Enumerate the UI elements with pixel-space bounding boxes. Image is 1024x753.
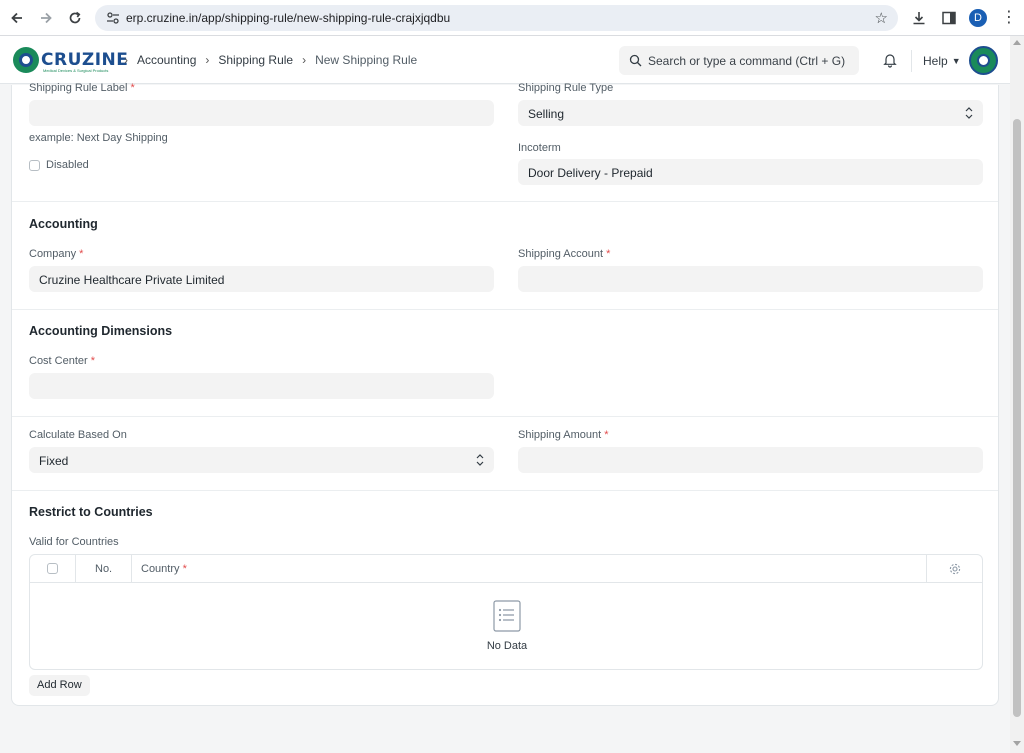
section-divider [12, 309, 998, 310]
chevron-right-icon: › [205, 53, 210, 67]
gear-icon[interactable] [949, 563, 961, 575]
app-navbar: CRUZINE Medical Devices & Surgical Produ… [0, 36, 1010, 84]
chevron-right-icon: › [124, 53, 128, 67]
logo-tagline: Medical Devices & Surgical Products [43, 68, 109, 73]
incoterm-label: Incoterm [518, 142, 561, 154]
chevron-right-icon: › [302, 53, 307, 67]
section-divider [12, 490, 998, 491]
bookmark-star-icon[interactable]: ☆ [875, 9, 888, 27]
download-icon[interactable] [909, 8, 929, 28]
select-all-checkbox[interactable] [47, 563, 58, 574]
select-arrows-icon [965, 106, 973, 120]
shipping-rule-type-select[interactable]: Selling [518, 100, 983, 126]
disabled-checkbox[interactable] [29, 160, 40, 171]
chevron-down-icon: ▼ [951, 56, 961, 66]
forward-arrow-icon[interactable] [33, 5, 59, 31]
breadcrumb-shipping-rule[interactable]: Shipping Rule [218, 53, 293, 67]
shipping-rule-type-value: Selling [528, 107, 565, 121]
shipping-account-label: Shipping Account * [518, 248, 611, 260]
browser-toolbar: erp.cruzine.in/app/shipping-rule/new-shi… [0, 0, 1024, 36]
scrollbar-thumb[interactable] [1013, 119, 1021, 717]
browser-menu-icon[interactable]: ⋮ [1001, 9, 1017, 27]
incoterm-input[interactable]: Door Delivery - Prepaid [518, 159, 983, 185]
shipping-rule-label-label: Shipping Rule Label * [29, 82, 135, 94]
add-row-button[interactable]: Add Row [29, 675, 90, 696]
column-divider [131, 555, 132, 583]
logo-mark-icon [13, 47, 39, 73]
form-card: Shipping Rule Label * example: Next Day … [11, 82, 999, 706]
section-divider [12, 201, 998, 202]
accounting-section-title: Accounting [29, 217, 98, 231]
shipping-rule-type-label: Shipping Rule Type [518, 82, 614, 94]
accounting-dimensions-section-title: Accounting Dimensions [29, 324, 173, 338]
help-label: Help [923, 54, 948, 68]
breadcrumb-accounting[interactable]: Accounting [137, 53, 196, 67]
shipping-amount-label: Shipping Amount * [518, 429, 609, 441]
search-icon [629, 54, 642, 67]
logo-text: CRUZINE [41, 50, 129, 70]
scroll-up-arrow-icon[interactable] [1013, 40, 1021, 45]
site-settings-icon[interactable] [105, 10, 121, 26]
empty-table-text: No Data [486, 640, 528, 652]
column-header-no: No. [95, 563, 113, 575]
cruzine-logo[interactable]: CRUZINE Medical Devices & Surgical Produ… [13, 47, 128, 75]
disabled-checkbox-label: Disabled [46, 159, 89, 171]
company-input[interactable]: Cruzine Healthcare Private Limited [29, 266, 494, 292]
side-panel-icon[interactable] [939, 8, 959, 28]
restrict-countries-section-title: Restrict to Countries [29, 505, 153, 519]
search-input[interactable] [648, 46, 853, 75]
profile-avatar[interactable]: D [969, 9, 987, 27]
shipping-rule-label-input[interactable] [29, 100, 494, 126]
calculate-based-on-select[interactable]: Fixed [29, 447, 494, 473]
breadcrumb-new-shipping-rule[interactable]: New Shipping Rule [315, 53, 417, 67]
empty-list-icon [493, 600, 521, 632]
cost-center-label: Cost Center * [29, 355, 96, 367]
section-divider [12, 416, 998, 417]
address-bar[interactable]: erp.cruzine.in/app/shipping-rule/new-shi… [95, 5, 898, 31]
calculate-based-on-value: Fixed [39, 454, 69, 468]
notification-bell-icon[interactable] [882, 52, 898, 68]
select-arrows-icon [476, 453, 484, 467]
back-arrow-icon[interactable] [4, 5, 30, 31]
user-avatar[interactable] [969, 46, 998, 75]
table-header: No. Country * [30, 555, 982, 583]
shipping-account-input[interactable] [518, 266, 983, 292]
help-dropdown[interactable]: Help ▼ [923, 54, 961, 68]
breadcrumb: › Accounting › Shipping Rule › New Shipp… [124, 53, 417, 67]
url-text[interactable]: erp.cruzine.in/app/shipping-rule/new-shi… [126, 11, 450, 25]
column-divider [926, 555, 927, 583]
column-divider [75, 555, 76, 583]
valid-countries-label: Valid for Countries [29, 536, 119, 548]
calculate-based-on-label: Calculate Based On [29, 429, 127, 441]
shipping-amount-input[interactable] [518, 447, 983, 473]
shipping-rule-label-hint: example: Next Day Shipping [29, 132, 168, 144]
column-header-country: Country * [141, 563, 187, 575]
company-label: Company * [29, 248, 84, 260]
reload-icon[interactable] [62, 5, 88, 31]
countries-table: No. Country * No Data [29, 554, 983, 670]
scroll-down-arrow-icon[interactable] [1013, 741, 1021, 746]
page-scrollbar[interactable] [1010, 36, 1024, 753]
navbar-divider [911, 50, 912, 72]
awesome-bar[interactable] [619, 46, 859, 75]
cost-center-input[interactable] [29, 373, 494, 399]
